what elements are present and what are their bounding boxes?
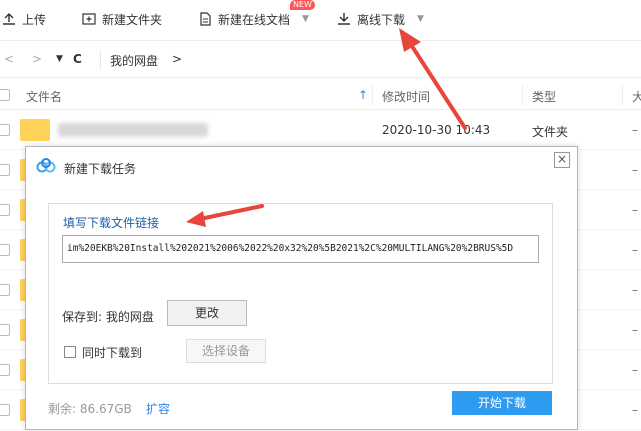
navigation-bar: < > ▼ C 我的网盘 >: [0, 40, 641, 78]
redacted-filename: [58, 123, 208, 137]
row-size: –: [632, 243, 638, 257]
row-size: –: [632, 163, 638, 177]
upload-button[interactable]: 上传: [2, 10, 46, 28]
upload-icon: [3, 13, 15, 25]
change-location-button[interactable]: 更改: [167, 300, 247, 326]
column-size[interactable]: 大: [632, 88, 641, 105]
row-size: –: [632, 203, 638, 217]
row-size: –: [632, 363, 638, 377]
breadcrumb-separator: >: [172, 52, 183, 66]
free-space-label: 剩余: 86.67GB: [48, 402, 132, 416]
upload-label: 上传: [22, 12, 47, 27]
table-row[interactable]: 2020-10-30 10:43 文件夹 –: [0, 110, 641, 150]
offline-download-label: 离线下载: [357, 12, 406, 27]
new-folder-label: 新建文件夹: [102, 12, 163, 27]
breadcrumb-my-disk[interactable]: 我的网盘: [110, 52, 158, 69]
folder-plus-icon: [82, 13, 96, 25]
row-checkbox[interactable]: [0, 164, 10, 176]
new-online-doc-button[interactable]: 新建在线文档 ▼: [198, 10, 309, 28]
close-icon[interactable]: ×: [554, 152, 570, 168]
forward-icon[interactable]: >: [32, 52, 42, 66]
row-type: 文件夹: [532, 125, 569, 139]
column-name[interactable]: 文件名: [26, 88, 62, 105]
row-checkbox[interactable]: [0, 244, 10, 256]
row-size: –: [632, 123, 638, 137]
start-download-button[interactable]: 开始下载: [452, 391, 552, 415]
simultaneous-download-label[interactable]: 同时下载到: [82, 344, 142, 361]
link-label: 填写下载文件链接: [63, 216, 160, 230]
chevron-down-icon[interactable]: ▼: [417, 14, 424, 24]
simultaneous-download-checkbox[interactable]: [64, 346, 76, 358]
row-size: –: [632, 283, 638, 297]
toolbar: 上传 新建文件夹 新建在线文档 ▼ NEW 离线下载 ▼: [0, 0, 641, 38]
offline-download-button[interactable]: 离线下载 ▼: [337, 10, 424, 28]
row-checkbox[interactable]: [0, 404, 10, 416]
document-icon: [200, 12, 211, 26]
expand-storage-link[interactable]: 扩容: [146, 400, 170, 417]
new-download-task-dialog: 新建下载任务 × 填写下载文件链接 im%20EKB%20Install%202…: [25, 146, 578, 430]
save-location-label: 保存到: 我的网盘: [62, 310, 154, 324]
back-icon[interactable]: <: [4, 52, 14, 66]
column-modified[interactable]: 修改时间: [382, 88, 430, 105]
row-checkbox[interactable]: [0, 124, 10, 136]
column-divider[interactable]: [522, 85, 523, 105]
file-list-header: 文件名 ↑ 修改时间 类型 大: [0, 80, 641, 110]
select-all-checkbox[interactable]: [0, 89, 10, 101]
select-device-button[interactable]: 选择设备: [186, 339, 266, 363]
row-modified: 2020-10-30 10:43: [382, 123, 491, 137]
download-icon: [338, 13, 350, 25]
dialog-title: 新建下载任务: [64, 162, 137, 176]
download-form-panel: 填写下载文件链接 im%20EKB%20Install%202021%2006%…: [48, 203, 553, 384]
refresh-icon[interactable]: C: [73, 52, 82, 66]
sort-asc-icon[interactable]: ↑: [358, 88, 368, 102]
row-size: –: [632, 403, 638, 417]
row-checkbox[interactable]: [0, 324, 10, 336]
row-checkbox[interactable]: [0, 364, 10, 376]
column-type[interactable]: 类型: [532, 88, 556, 105]
row-size: –: [632, 323, 638, 337]
nav-divider: [100, 51, 101, 69]
new-badge: NEW: [290, 0, 315, 10]
download-url-input[interactable]: im%20EKB%20Install%202021%2006%2022%20x3…: [62, 235, 539, 263]
column-divider[interactable]: [372, 85, 373, 105]
chevron-down-icon[interactable]: ▼: [302, 14, 309, 24]
history-dropdown-icon[interactable]: ▼: [56, 54, 63, 64]
new-online-doc-label: 新建在线文档: [218, 12, 291, 27]
baidu-netdisk-logo-icon: [36, 158, 56, 173]
row-checkbox[interactable]: [0, 204, 10, 216]
folder-icon: [20, 119, 50, 141]
row-checkbox[interactable]: [0, 284, 10, 296]
new-folder-button[interactable]: 新建文件夹: [82, 10, 162, 28]
column-divider[interactable]: [622, 85, 623, 105]
